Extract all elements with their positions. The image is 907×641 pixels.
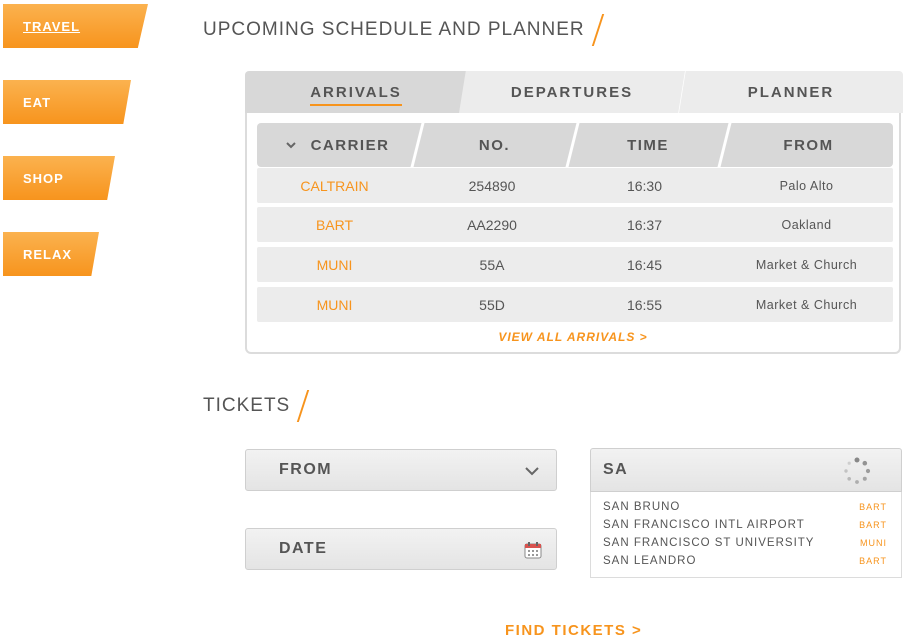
suggestion-carrier-tag: BART [859, 502, 887, 512]
from-cell: Market & Church [755, 297, 858, 312]
nav-travel-button[interactable]: TRAVEL [3, 4, 148, 48]
tab-planner-label: PLANNER [747, 83, 835, 101]
number-cell: 55A [479, 256, 505, 273]
date-field[interactable]: DATE [245, 528, 557, 570]
from-select-label: FROM [279, 461, 333, 478]
carrier-cell: BART [315, 216, 354, 233]
nav-eat-button[interactable]: EAT [3, 80, 131, 124]
column-from-label: FROM [783, 136, 834, 154]
number-cell: 254890 [468, 177, 516, 194]
time-cell: 16:45 [626, 256, 663, 273]
number-cell: 55D [479, 296, 505, 313]
suggestion-item[interactable]: SAN FRANCISCO ST UNIVERSITY MUNI [603, 534, 887, 552]
column-no-label: NO. [478, 136, 511, 154]
tab-departures-label: DEPARTURES [510, 83, 634, 101]
column-no-header: NO. [417, 123, 572, 167]
table-row[interactable]: BART AA2290 16:37 Oakland [257, 207, 893, 242]
suggestion-carrier-tag: MUNI [860, 538, 887, 548]
destination-search-value: SA [603, 461, 629, 478]
suggestion-item[interactable]: SAN LEANDRO BART [603, 552, 887, 570]
table-row[interactable]: MUNI 55A 16:45 Market & Church [257, 247, 893, 282]
carrier-cell: CALTRAIN [300, 177, 369, 194]
suggestion-name: SAN BRUNO [603, 501, 681, 513]
from-cell: Market & Church [755, 257, 858, 272]
time-cell: 16:55 [626, 296, 663, 313]
destination-search-input[interactable]: SA [590, 448, 902, 492]
tab-arrivals[interactable]: ARRIVALS [245, 71, 467, 113]
suggestion-name: SAN FRANCISCO ST UNIVERSITY [603, 537, 815, 549]
chevron-down-icon [525, 467, 539, 476]
suggestion-carrier-tag: BART [859, 556, 887, 566]
suggestion-item[interactable]: SAN FRANCISCO INTL AIRPORT BART [603, 516, 887, 534]
from-cell: Palo Alto [779, 178, 834, 193]
column-carrier-header[interactable]: CARRIER [257, 123, 417, 167]
tab-arrivals-label: ARRIVALS [310, 83, 402, 106]
calendar-icon[interactable] [524, 541, 542, 559]
title-slash-decoration [591, 14, 604, 46]
suggestion-name: SAN LEANDRO [603, 555, 697, 567]
carrier-cell: MUNI [316, 256, 353, 273]
number-cell: AA2290 [467, 216, 517, 233]
tab-departures[interactable]: DEPARTURES [459, 71, 685, 113]
table-header: CARRIER NO. TIME FROM [257, 123, 893, 167]
column-from-header: FROM [724, 123, 893, 167]
time-cell: 16:30 [626, 177, 663, 194]
schedule-title: UPCOMING SCHEDULE AND PLANNER [203, 19, 585, 40]
tab-planner[interactable]: PLANNER [679, 71, 903, 113]
column-carrier-label: CARRIER [310, 136, 390, 154]
view-all-arrivals-link[interactable]: VIEW ALL ARRIVALS > [247, 330, 899, 344]
column-time-label: TIME [627, 136, 669, 154]
schedule-heading: UPCOMING SCHEDULE AND PLANNER [203, 14, 604, 46]
time-cell: 16:37 [626, 216, 663, 233]
loading-spinner-icon [844, 457, 871, 484]
chevron-down-icon [285, 142, 296, 149]
date-field-label: DATE [279, 540, 328, 557]
tickets-heading: TICKETS [203, 390, 310, 422]
suggestion-name: SAN FRANCISCO INTL AIRPORT [603, 519, 805, 531]
suggestion-carrier-tag: BART [859, 520, 887, 530]
title-slash-decoration [297, 390, 310, 422]
carrier-cell: MUNI [316, 296, 353, 313]
column-time-header: TIME [572, 123, 724, 167]
from-select[interactable]: FROM [245, 449, 557, 491]
from-cell: Oakland [781, 217, 832, 232]
nav-relax-button[interactable]: RELAX [3, 232, 99, 276]
table-row[interactable]: MUNI 55D 16:55 Market & Church [257, 287, 893, 322]
destination-suggestions: SAN BRUNO BART SAN FRANCISCO INTL AIRPOR… [590, 492, 902, 578]
find-tickets-button[interactable]: FIND TICKETS > [505, 622, 642, 639]
tickets-title: TICKETS [203, 395, 291, 416]
suggestion-item[interactable]: SAN BRUNO BART [603, 498, 887, 516]
schedule-tabs: ARRIVALS DEPARTURES PLANNER [245, 71, 903, 113]
table-row[interactable]: CALTRAIN 254890 16:30 Palo Alto [257, 168, 893, 203]
arrivals-panel: CARRIER NO. TIME FROM CALTRAIN 254890 16… [245, 113, 901, 354]
nav-shop-button[interactable]: SHOP [3, 156, 115, 200]
